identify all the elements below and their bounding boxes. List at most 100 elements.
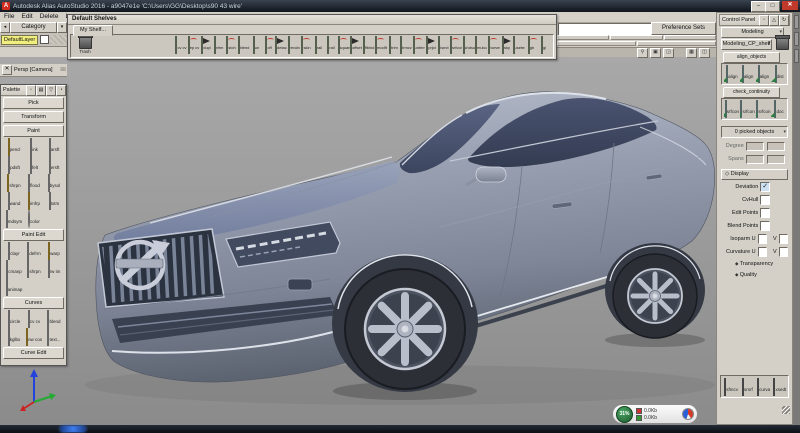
shelf-tool[interactable]: cv cv xyxy=(175,36,187,54)
palette-tool[interactable]: blend xyxy=(44,310,64,328)
picked-objects-header[interactable]: 0 picked objects ▾ xyxy=(721,126,788,138)
shelf-tool[interactable]: prjct xyxy=(425,36,437,54)
shelf-tool[interactable]: blend xyxy=(238,36,250,54)
degree-field-u[interactable] xyxy=(746,142,764,151)
shelf-tool[interactable] xyxy=(359,57,371,58)
palette-tool[interactable]: felt xyxy=(24,156,44,174)
dock-icon[interactable]: ▫ xyxy=(759,15,769,26)
cp-tool[interactable]: align xyxy=(724,65,740,83)
palette-tab-paint[interactable]: Paint xyxy=(3,125,64,137)
memory-status-widget[interactable]: 31% 0.0Kb 0.0Kb xyxy=(612,404,698,424)
cp-tab-align-objects[interactable]: align_objects xyxy=(723,52,780,63)
shelf-tool[interactable]: ffblnd xyxy=(363,36,375,54)
display-section-header[interactable]: ◇ Display xyxy=(721,169,788,180)
close-button[interactable]: ✕ xyxy=(782,1,798,10)
pin-icon[interactable]: ▫ xyxy=(26,85,36,96)
checkbox-v[interactable] xyxy=(779,247,788,257)
shelf-tool[interactable] xyxy=(479,57,491,58)
refresh-icon[interactable]: ↻ xyxy=(779,15,789,26)
cp-tool[interactable]: align xyxy=(740,65,756,83)
minimize-button[interactable]: – xyxy=(751,1,766,12)
palette-tool[interactable]: warp xyxy=(44,242,64,260)
palette-tool[interactable]: txtm xyxy=(44,192,64,210)
shelf-tool[interactable] xyxy=(344,57,356,58)
degree-field-v[interactable] xyxy=(767,142,785,151)
trash-icon[interactable] xyxy=(776,37,789,50)
checkbox[interactable] xyxy=(760,195,770,205)
shelf-tool[interactable]: usetex xyxy=(513,36,525,54)
cp-tool[interactable]: sfmcv xyxy=(723,378,739,396)
shelf-tool[interactable]: trmcvt xyxy=(400,36,412,54)
edge-tab[interactable] xyxy=(794,15,799,29)
shelf-tool[interactable]: square xyxy=(338,36,350,54)
cp-tool[interactable]: curva xyxy=(756,378,772,396)
palette-tool[interactable]: color xyxy=(24,210,44,228)
preference-sets-button[interactable]: Preference Sets xyxy=(651,22,716,35)
shelf-tool[interactable]: horver xyxy=(488,36,500,54)
shelf-tool[interactable] xyxy=(149,57,161,58)
shelf-trash[interactable]: Trash xyxy=(75,36,95,54)
spans-field-v[interactable] xyxy=(767,155,785,164)
palette-tool[interactable]: rw im xyxy=(44,260,64,278)
shelf-tool[interactable] xyxy=(74,57,86,58)
cycle-icon[interactable]: ◔ xyxy=(56,85,66,96)
shelf-tool[interactable]: offset xyxy=(350,36,362,54)
trash-icon[interactable] xyxy=(79,36,92,49)
menu-item[interactable]: File xyxy=(4,12,14,22)
shelf-tool[interactable] xyxy=(299,57,311,58)
grid-icon[interactable]: ▦ xyxy=(686,48,697,58)
shelf-tool[interactable]: stch xyxy=(225,36,237,54)
palette-tool[interactable]: ink xyxy=(24,138,44,156)
default-layer-chip[interactable]: DefaultLayer xyxy=(1,35,38,45)
lock-icon[interactable]: ⚲ xyxy=(637,48,648,58)
shelf-tool[interactable] xyxy=(389,57,401,58)
cp-tool[interactable]: srfcon xyxy=(756,100,772,118)
cp-tool[interactable]: srfcon xyxy=(740,100,756,118)
shelf-tool[interactable]: revolv xyxy=(288,36,300,54)
palette-tool[interactable]: pdsft xyxy=(4,156,24,174)
tab-segment[interactable] xyxy=(610,35,662,40)
shelf-tool[interactable] xyxy=(164,57,176,58)
shelf-tool[interactable] xyxy=(284,57,296,58)
tab-segment[interactable] xyxy=(637,41,716,46)
palette-tool[interactable]: flood xyxy=(24,174,44,192)
menu-item[interactable]: Edit xyxy=(21,12,32,22)
shelf-tool[interactable]: un xyxy=(250,36,262,54)
shelf-tool[interactable]: xfrm xyxy=(213,36,225,54)
shelf-tool[interactable] xyxy=(209,57,221,58)
shelf-tool[interactable] xyxy=(134,57,146,58)
palette-tool[interactable]: wand xyxy=(4,192,24,210)
shelf-tool[interactable]: trim xyxy=(388,36,400,54)
control-panel-titlebar[interactable]: Control Panel ▫ △ ↻ xyxy=(719,14,790,26)
palette-tab-transform[interactable]: Transform xyxy=(3,111,64,123)
shelf-tool[interactable] xyxy=(419,57,431,58)
checkbox[interactable] xyxy=(760,221,770,231)
shelf-tool[interactable] xyxy=(449,57,461,58)
palette-tool[interactable]: animap xyxy=(4,278,24,296)
palette-tab-curves[interactable]: Curves xyxy=(3,297,64,309)
palette-tool[interactable]: ersft xyxy=(44,156,64,174)
palette-tab-paint-edit[interactable]: Paint Edit xyxy=(3,229,64,241)
palette-tool[interactable]: kglbx xyxy=(4,328,24,346)
shelf-tool[interactable]: shdson xyxy=(463,36,475,54)
tab-segment[interactable] xyxy=(557,41,636,46)
cp-tool[interactable]: xsedt xyxy=(772,378,788,396)
checkbox[interactable] xyxy=(758,247,767,257)
shelf-tool[interactable] xyxy=(329,57,341,58)
shelf-tool[interactable] xyxy=(254,57,266,58)
shelf-tool[interactable]: srfcon xyxy=(450,36,462,54)
shelf-tool[interactable] xyxy=(179,57,191,58)
shelf-tool[interactable]: gl xyxy=(538,36,550,54)
tab-segment[interactable] xyxy=(664,35,716,40)
shelf-tool[interactable] xyxy=(269,57,281,58)
taskbar-item[interactable] xyxy=(60,426,86,432)
chevron-down-icon[interactable]: ▾ xyxy=(57,22,67,33)
subsection-header[interactable]: Transparency xyxy=(719,258,790,269)
spans-field-u[interactable] xyxy=(746,155,764,164)
shelf-tool[interactable]: rail xyxy=(313,36,325,54)
shelf-tool[interactable] xyxy=(194,57,206,58)
tab-segment[interactable] xyxy=(557,35,609,40)
cp-tab-check-continuity[interactable]: check_continuity xyxy=(723,87,780,98)
shelf-tool[interactable]: skin xyxy=(300,36,312,54)
panels-icon[interactable]: ◫ xyxy=(699,48,710,58)
